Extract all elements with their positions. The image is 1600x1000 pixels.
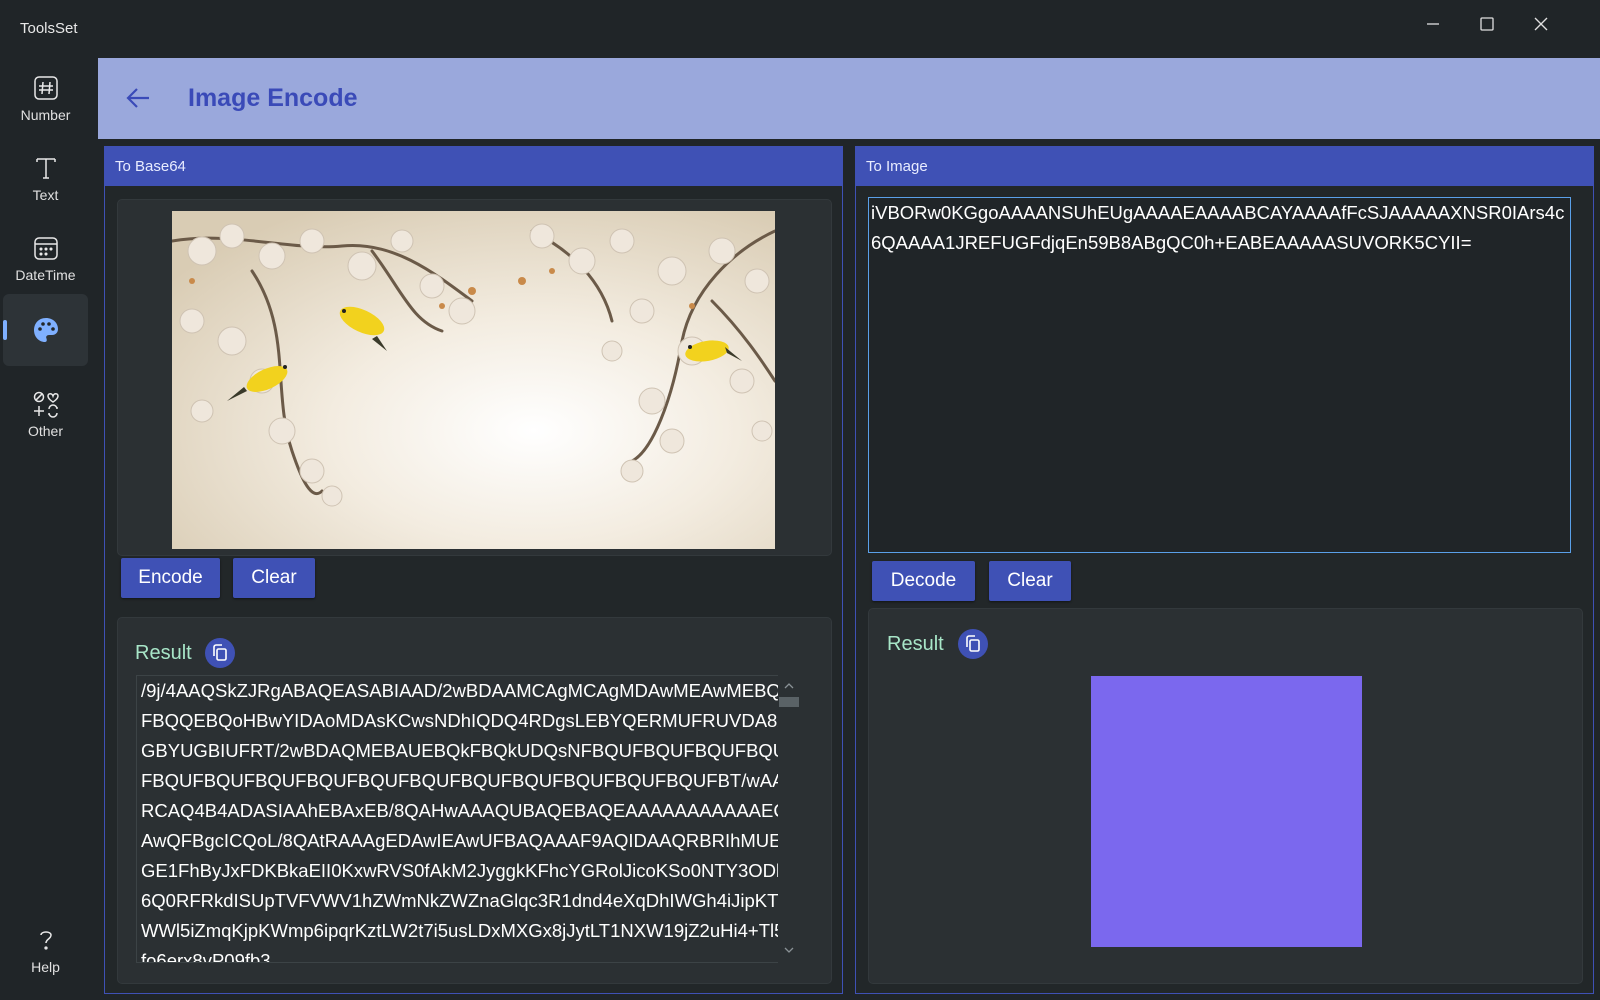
palette-icon xyxy=(31,315,61,345)
sidebar-item-label: Number xyxy=(20,107,71,123)
result-label: Result xyxy=(135,642,192,664)
sidebar-item-text[interactable]: Text xyxy=(3,142,88,214)
other-tools-icon xyxy=(31,389,61,419)
page-title: Image Encode xyxy=(188,84,358,112)
maximize-icon xyxy=(1480,17,1494,31)
to-base64-panel: To Base64 Encode Clear Result /9j/4AAQSk… xyxy=(104,146,843,994)
result-card: Result /9j/4AAQSkZJRgABAQEASABIAAD/2wBDA… xyxy=(117,617,832,984)
close-window-button[interactable] xyxy=(1518,8,1564,40)
clear-button[interactable]: Clear xyxy=(989,561,1071,601)
panel-title: To Image xyxy=(856,147,1593,186)
sidebar-item-help[interactable]: Help xyxy=(3,914,88,986)
encode-button[interactable]: Encode xyxy=(121,558,220,598)
result-label: Result xyxy=(887,633,944,655)
scroll-down-icon[interactable] xyxy=(783,945,795,955)
hash-icon xyxy=(31,73,61,103)
copy-button[interactable] xyxy=(958,629,988,659)
scroll-thumb[interactable] xyxy=(779,697,799,707)
back-arrow-icon xyxy=(126,88,149,108)
sidebar: Number Text DateTime Other Help xyxy=(0,58,96,1000)
copy-button[interactable] xyxy=(205,638,235,668)
sidebar-item-label: Help xyxy=(31,959,60,975)
sidebar-item-number[interactable]: Number xyxy=(3,62,88,134)
scrollbar[interactable] xyxy=(778,675,800,963)
text-icon xyxy=(31,153,61,183)
page-header: Image Encode xyxy=(98,58,1600,139)
base64-input[interactable]: iVBORw0KGgoAAAANSUhEUgAAAAEAAAABCAYAAAAf… xyxy=(868,197,1571,553)
help-icon xyxy=(31,925,61,955)
sidebar-item-datetime[interactable]: DateTime xyxy=(3,222,88,294)
sidebar-item-other[interactable]: Other xyxy=(3,378,88,450)
sidebar-item-label: Text xyxy=(32,187,59,203)
decoded-image xyxy=(1091,676,1362,947)
copy-icon xyxy=(966,635,980,652)
active-indicator xyxy=(3,320,7,340)
source-image xyxy=(172,211,775,549)
copy-icon xyxy=(213,644,227,661)
base64-result-text[interactable]: /9j/4AAQSkZJRgABAQEASABIAAD/2wBDAAMCAgMC… xyxy=(136,675,800,963)
calendar-icon xyxy=(31,233,61,263)
scroll-up-icon[interactable] xyxy=(783,681,795,691)
title-bar: ToolsSet xyxy=(0,0,1600,58)
maximize-button[interactable] xyxy=(1464,8,1510,40)
decode-button[interactable]: Decode xyxy=(872,561,975,601)
sidebar-item-label: Other xyxy=(27,423,63,439)
back-button[interactable] xyxy=(120,80,156,116)
to-image-panel: To Image iVBORw0KGgoAAAANSUhEUgAAAAEAAAA… xyxy=(855,146,1594,994)
close-icon xyxy=(1534,17,1548,31)
sidebar-item-image[interactable] xyxy=(3,294,88,366)
sidebar-item-label: DateTime xyxy=(15,267,76,283)
minimize-button[interactable] xyxy=(1410,8,1456,40)
image-preview-card[interactable] xyxy=(117,199,832,556)
panel-title: To Base64 xyxy=(105,147,842,186)
clear-button[interactable]: Clear xyxy=(233,558,315,598)
decoded-result-card: Result xyxy=(868,608,1583,984)
app-title: ToolsSet xyxy=(20,20,78,37)
minimize-icon xyxy=(1427,23,1439,25)
